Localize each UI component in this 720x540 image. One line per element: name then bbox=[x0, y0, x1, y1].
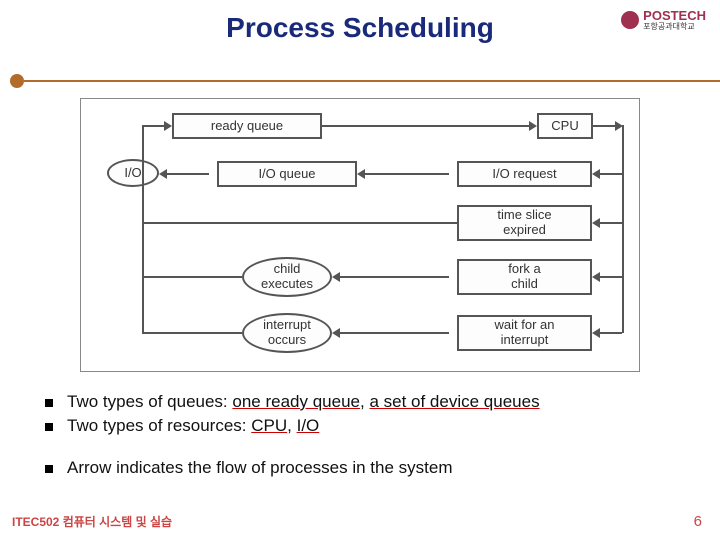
divider bbox=[0, 74, 720, 88]
bullet-item-3: Arrow indicates the flow of processes in… bbox=[45, 458, 690, 478]
bullet-square-icon bbox=[45, 465, 53, 473]
bullet-2-text-pre: Two types of resources: bbox=[67, 416, 251, 435]
process-scheduling-diagram: ready queue CPU I/O I/O queue I/O reques… bbox=[87, 105, 633, 365]
bullet-1-underline-1: one ready queue bbox=[232, 392, 360, 411]
box-fork-child: fork a child bbox=[457, 259, 592, 295]
postech-logo: POSTECH 포항공과대학교 bbox=[621, 8, 706, 32]
bullet-2-text-mid: , bbox=[287, 416, 296, 435]
box-time-slice: time slice expired bbox=[457, 205, 592, 241]
box-wait-interrupt: wait for an interrupt bbox=[457, 315, 592, 351]
bullet-square-icon bbox=[45, 423, 53, 431]
bullet-list: Two types of queues: one ready queue, a … bbox=[45, 392, 690, 478]
box-io-request: I/O request bbox=[457, 161, 592, 187]
bullet-1-text-pre: Two types of queues: bbox=[67, 392, 232, 411]
bullet-square-icon bbox=[45, 399, 53, 407]
diagram-frame: ready queue CPU I/O I/O queue I/O reques… bbox=[80, 98, 640, 372]
ellipse-child-executes: child executes bbox=[242, 257, 332, 297]
bullet-2-underline-2: I/O bbox=[297, 416, 320, 435]
ellipse-io: I/O bbox=[107, 159, 159, 187]
bullet-item-2: Two types of resources: CPU, I/O bbox=[45, 416, 690, 436]
box-io-queue: I/O queue bbox=[217, 161, 357, 187]
box-cpu: CPU bbox=[537, 113, 593, 139]
bullet-3-text: Arrow indicates the flow of processes in… bbox=[67, 458, 453, 478]
bullet-dot-icon bbox=[10, 74, 24, 88]
page-number: 6 bbox=[694, 513, 702, 530]
course-code: ITEC502 컴퓨터 시스템 및 실습 bbox=[12, 513, 172, 530]
ellipse-interrupt-occurs: interrupt occurs bbox=[242, 313, 332, 353]
logo-emblem-icon bbox=[621, 11, 639, 29]
bullet-1-underline-2: a set of device queues bbox=[369, 392, 539, 411]
bullet-item-1: Two types of queues: one ready queue, a … bbox=[45, 392, 690, 412]
bullet-2-underline-1: CPU bbox=[251, 416, 287, 435]
box-ready-queue: ready queue bbox=[172, 113, 322, 139]
page-title: Process Scheduling bbox=[0, 0, 720, 44]
